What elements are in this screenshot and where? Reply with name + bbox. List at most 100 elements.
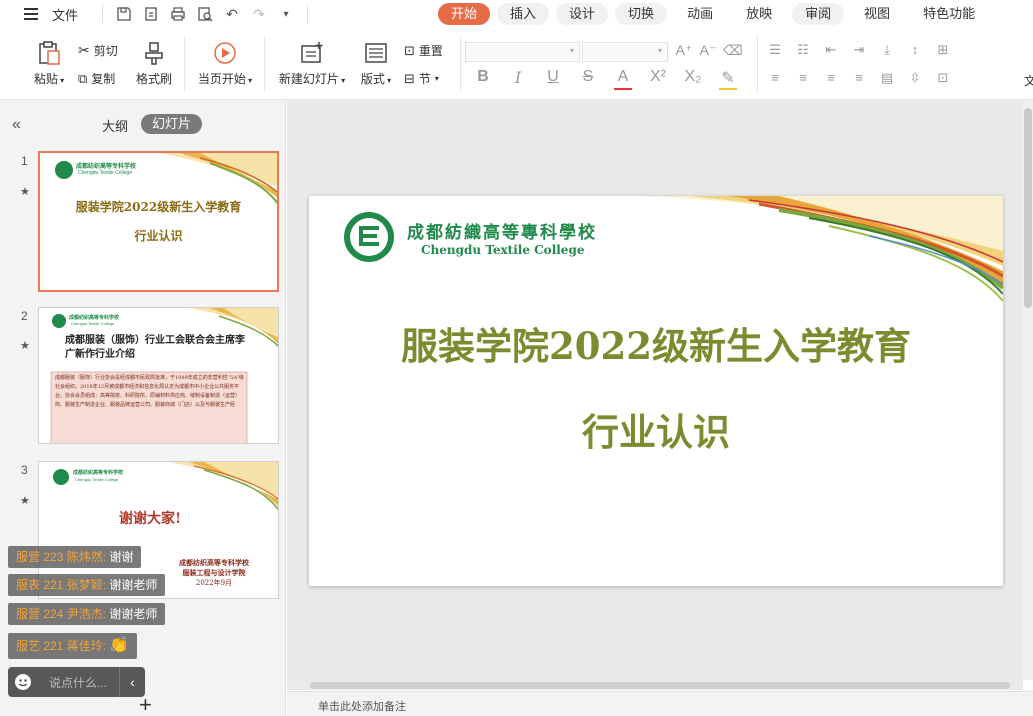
slide-number: 3 [21, 463, 28, 477]
font-size-select[interactable]: ▾ [582, 42, 668, 62]
print-icon[interactable] [168, 4, 188, 24]
numbering-icon[interactable]: ☷ [794, 42, 812, 58]
menu-icon[interactable] [24, 8, 40, 20]
decrease-indent-icon[interactable]: ⇤ [822, 42, 840, 58]
format-painter-button[interactable]: 格式刷 [134, 40, 174, 87]
slide-subtitle[interactable]: 行业认识 [309, 402, 1003, 456]
tab-transitions[interactable]: 切换 [615, 3, 668, 25]
thumbnail-school: 成都纺织高等专科学校 [76, 164, 137, 170]
distributed-icon[interactable]: ▤ [878, 70, 896, 86]
layout-button[interactable]: 版式 ▾ [358, 40, 394, 87]
underline-icon[interactable]: U [544, 68, 562, 90]
export-pdf-icon[interactable] [141, 4, 161, 24]
line-spacing-icon[interactable]: ↕ [906, 42, 924, 58]
shrink-font-icon[interactable]: A⁻ [699, 42, 717, 59]
layout-label: 版式 [360, 72, 385, 86]
section-button[interactable]: ⊟ 节 ▾ [404, 70, 439, 87]
reset-icon: ⊡ [404, 42, 415, 58]
reset-button[interactable]: ⊡ 重置 [404, 42, 443, 59]
smart-art-icon[interactable]: ⊡ [934, 70, 952, 86]
slide-number: 1 [21, 154, 28, 168]
menu-bar: 文件 ↶ ↷ ▾ 开始 插入 设计 切换 动画 放映 审阅 视图 特色功能 [0, 0, 1033, 28]
tab-animation[interactable]: 动画 [674, 3, 726, 25]
chat-message: 服营 224 尹浩杰: 谢谢老师 [8, 603, 166, 625]
tab-design[interactable]: 设计 [556, 3, 609, 25]
horizontal-scroll-thumb[interactable] [310, 682, 1010, 689]
notes-pane[interactable]: 单击此处添加备注 [287, 691, 1033, 716]
file-menu[interactable]: 文件 [52, 5, 78, 24]
tab-outline[interactable]: 大纲 [102, 116, 128, 135]
cut-button[interactable]: ✂ 剪切 [78, 42, 118, 59]
tab-features[interactable]: 特色功能 [910, 3, 988, 25]
columns-icon[interactable]: ⊞ [934, 42, 952, 58]
tab-insert[interactable]: 插入 [497, 3, 550, 25]
chat-input[interactable]: 说点什么... [49, 674, 107, 691]
thumbnail-decoration [55, 153, 277, 205]
layout-icon [363, 40, 389, 66]
vertical-scroll-thumb[interactable] [1024, 108, 1032, 308]
play-icon [212, 40, 238, 66]
paste-button[interactable]: 粘贴 ▾ [30, 40, 68, 87]
grow-font-icon[interactable]: A⁺ [675, 42, 693, 59]
collapse-panel-icon[interactable]: « [12, 116, 21, 134]
clear-format-icon[interactable]: ⌫ [723, 42, 743, 59]
align-right-icon[interactable]: ≡ [822, 70, 840, 86]
superscript-icon[interactable]: X² [649, 68, 667, 90]
print-preview-icon[interactable] [195, 4, 215, 24]
bold-icon[interactable]: B [474, 68, 492, 90]
section-label: 节 [418, 72, 431, 86]
font-name-select[interactable]: ▾ [465, 42, 580, 62]
add-icon[interactable]: + [139, 694, 152, 716]
chat-message: 服营 223 陈炜然: 谢谢 [8, 546, 142, 568]
slide-title[interactable]: 服装学院2022级新生入学教育 [309, 316, 1003, 370]
thumbnail-body: 成都服装（服饰）行业协会是经成都市民政局批准，于1989年成立的非营利性“5A”… [55, 375, 244, 408]
thumbnail-school-en: Chengdu Textile College [78, 170, 133, 176]
paragraph-row-top: ☰ ☷ ⇤ ⇥ ⤓ ↕ ⊞ [766, 42, 952, 58]
vertical-align-icon[interactable]: ⇳ [906, 70, 924, 86]
customize-toolbar-icon[interactable]: ▾ [276, 4, 296, 24]
chat-text: 谢谢老师 [109, 607, 158, 621]
format-painter-icon [141, 40, 167, 66]
animation-star-icon: ★ [20, 495, 30, 507]
ribbon-tabs: 开始 插入 设计 切换 动画 放映 审阅 视图 特色功能 [438, 3, 995, 25]
save-icon[interactable] [114, 4, 134, 24]
current-slide[interactable]: 成都紡織高等專科學校 Chengdu Textile College 服装学院2… [309, 196, 1003, 586]
slide-thumbnail-1[interactable]: 成都纺织高等专科学校 Chengdu Textile College 服装学院2… [38, 151, 279, 292]
undo-icon[interactable]: ↶ [222, 4, 242, 24]
align-center-icon[interactable]: ≡ [794, 70, 812, 86]
chat-text: 👏 [109, 637, 130, 654]
text-direction-icon[interactable]: ⤓ [878, 42, 896, 58]
bullets-icon[interactable]: ☰ [766, 42, 784, 58]
new-slide-button[interactable]: 新建幻灯片 ▾ [276, 40, 348, 87]
increase-indent-icon[interactable]: ⇥ [850, 42, 868, 58]
chat-input-box[interactable]: 说点什么... ‹ [8, 667, 145, 697]
redo-icon[interactable]: ↷ [249, 4, 269, 24]
animation-star-icon: ★ [20, 340, 30, 352]
school-name-en: Chengdu Textile College [421, 243, 585, 257]
thumbnail-title: 谢谢大家! [119, 511, 182, 527]
copy-button[interactable]: ⧉ 复制 [78, 70, 115, 87]
tab-review[interactable]: 审阅 [792, 3, 845, 25]
tab-home[interactable]: 开始 [438, 3, 491, 25]
paste-icon [36, 40, 62, 66]
subscript-icon[interactable]: X₂ [684, 68, 702, 90]
more-ribbon-label[interactable]: 文 [1024, 72, 1033, 89]
play-from-current-button[interactable]: 当页开始 ▾ [194, 40, 256, 87]
tab-view[interactable]: 视图 [851, 3, 903, 25]
slide-editor-canvas: 成都紡織高等專科學校 Chengdu Textile College 服装学院2… [287, 100, 1033, 680]
quick-access-toolbar: ↶ ↷ ▾ [98, 4, 312, 24]
slide-thumbnail-2[interactable]: 成都纺织高等专科学校 Chengdu Textile College 成都服装（… [38, 307, 279, 444]
highlight-icon[interactable]: ✎ [719, 68, 737, 90]
tab-slides[interactable]: 幻灯片 [141, 114, 203, 134]
strikethrough-icon[interactable]: S [579, 68, 597, 90]
justify-icon[interactable]: ≡ [850, 70, 868, 86]
tab-slideshow[interactable]: 放映 [733, 3, 785, 25]
thumbnail-school: 成都纺织高等专科学校 [73, 470, 124, 476]
thumbnail-subtitle: 行业认识 [134, 229, 183, 243]
italic-icon[interactable]: I [509, 68, 527, 90]
font-color-icon[interactable]: A [614, 68, 632, 90]
emoji-icon[interactable] [15, 674, 31, 690]
cut-label: 剪切 [93, 44, 118, 58]
chat-sender: 服艺 221 蒋佳玲: [16, 639, 110, 653]
align-left-icon[interactable]: ≡ [766, 70, 784, 86]
